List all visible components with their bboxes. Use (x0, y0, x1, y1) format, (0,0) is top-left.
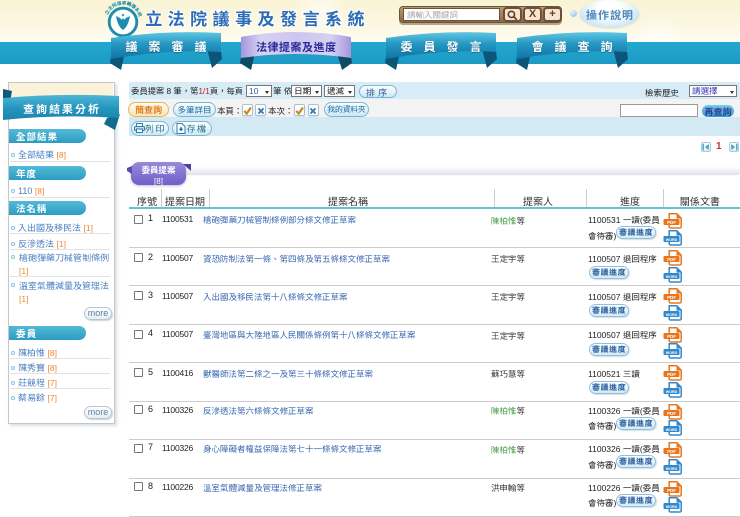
svg-text:WORD: WORD (666, 466, 678, 470)
svg-text:PDF: PDF (667, 449, 676, 454)
svg-text:PDF: PDF (667, 220, 676, 225)
svg-text:PDF: PDF (667, 372, 676, 377)
svg-text:WORD: WORD (666, 428, 678, 432)
svg-text:PDF: PDF (667, 334, 676, 339)
svg-text:WORD: WORD (666, 237, 678, 241)
svg-text:WORD: WORD (666, 313, 678, 317)
svg-text:WORD: WORD (666, 505, 678, 509)
svg-text:PDF: PDF (667, 257, 676, 262)
svg-text:PDF: PDF (667, 410, 676, 415)
svg-text:WORD: WORD (666, 351, 678, 355)
svg-text:PDF: PDF (667, 295, 676, 300)
svg-text:PDF: PDF (667, 487, 676, 492)
svg-text:WORD: WORD (666, 390, 678, 394)
svg-text:WORD: WORD (666, 274, 678, 278)
